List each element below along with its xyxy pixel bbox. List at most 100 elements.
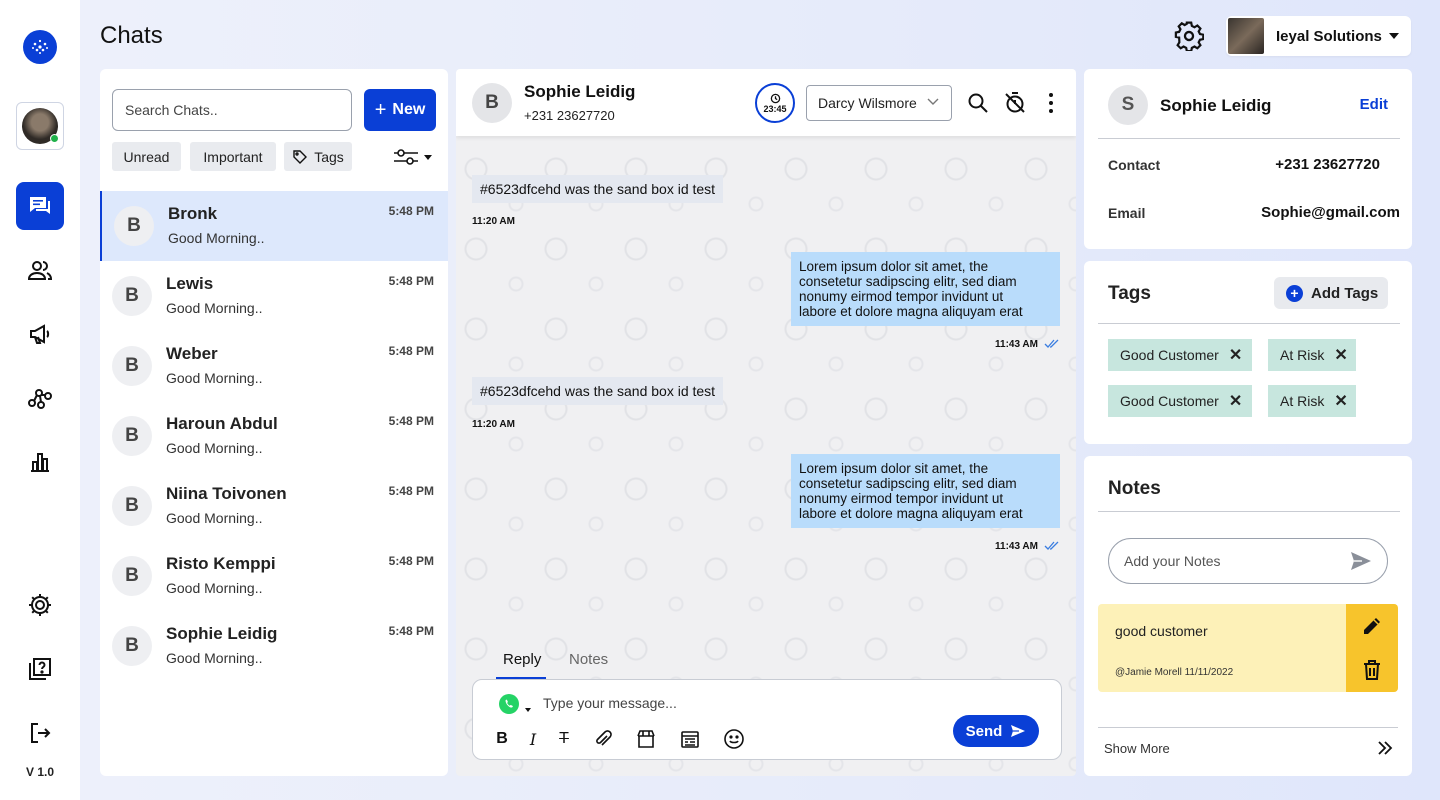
nav-broadcast-icon[interactable] xyxy=(16,310,64,358)
contact-name: Sophie Leidig xyxy=(1160,96,1272,115)
strikethrough-icon[interactable]: T xyxy=(553,728,575,750)
conversation-panel: B Sophie Leidig +231 23627720 23:45 Darc… xyxy=(456,69,1076,776)
contact-name: Weber xyxy=(166,344,218,363)
chat-list-item[interactable]: B Lewis Good Morning.. 5:48 PM xyxy=(100,261,448,331)
incoming-message: #6523dfcehd was the sand box id test xyxy=(472,377,724,405)
contact-avatar: B xyxy=(472,83,512,123)
search-chats-input[interactable] xyxy=(112,89,352,131)
caret-down-icon xyxy=(424,154,432,160)
whatsapp-channel-icon[interactable] xyxy=(499,694,519,714)
edit-pencil-icon[interactable] xyxy=(1360,614,1384,638)
contact-avatar: B xyxy=(112,346,152,386)
conversation-contact-phone: +231 23627720 xyxy=(524,108,615,123)
send-note-icon[interactable] xyxy=(1350,551,1372,571)
account-name: Ieyal Solutions xyxy=(1276,27,1382,45)
bold-icon[interactable]: B xyxy=(491,728,513,750)
contact-name: Lewis xyxy=(166,274,214,293)
page-title: Chats xyxy=(100,22,163,49)
edit-contact-link[interactable]: Edit xyxy=(1360,96,1388,113)
tag-chip: Good Customer ✕ xyxy=(1108,339,1252,371)
contact-avatar: B xyxy=(114,206,154,246)
send-label: Send xyxy=(965,722,1003,740)
delete-trash-icon[interactable] xyxy=(1360,658,1384,682)
send-icon xyxy=(1011,725,1026,737)
emoji-icon[interactable] xyxy=(723,728,745,750)
snooze-timer-off-icon[interactable] xyxy=(1003,91,1027,115)
message-line: Lorem ipsum dolor sit amet, the xyxy=(799,461,989,476)
italic-icon[interactable]: I xyxy=(522,728,544,750)
email-label: Email xyxy=(1108,205,1146,221)
message-input[interactable] xyxy=(543,692,963,714)
conversation-header: B Sophie Leidig +231 23627720 23:45 Darc… xyxy=(456,69,1076,136)
caret-down-icon xyxy=(1388,33,1399,39)
nav-settings-icon[interactable] xyxy=(16,581,64,629)
outgoing-message: Lorem ipsum dolor sit amet, the consetet… xyxy=(791,252,1060,326)
remove-tag-icon[interactable]: ✕ xyxy=(1229,345,1242,365)
filter-tags[interactable]: Tags xyxy=(284,142,352,171)
chat-list-item[interactable]: B Sophie Leidig Good Morning.. 5:48 PM xyxy=(100,611,448,681)
chat-list-item[interactable]: B Weber Good Morning.. 5:48 PM xyxy=(100,331,448,401)
sort-filter-button[interactable] xyxy=(393,147,437,167)
message-timestamp: 11:20 AM xyxy=(472,216,515,227)
new-chat-button[interactable]: + New xyxy=(364,89,436,131)
add-note-input[interactable] xyxy=(1108,538,1388,584)
show-more-link[interactable]: Show More xyxy=(1104,741,1170,756)
filter-important[interactable]: Important xyxy=(190,142,276,171)
chevrons-right-icon[interactable] xyxy=(1376,739,1394,757)
chat-list-item[interactable]: B Risto Kemppi Good Morning.. 5:48 PM xyxy=(100,541,448,611)
settings-gear-icon[interactable] xyxy=(1174,21,1205,53)
chat-list: B Bronk Good Morning.. 5:48 PM B Lewis G… xyxy=(100,191,448,681)
nav-help-icon[interactable] xyxy=(16,645,64,693)
tab-reply[interactable]: Reply xyxy=(496,651,546,679)
nav-logout-icon[interactable] xyxy=(16,709,64,757)
nav-chats-icon[interactable] xyxy=(16,182,64,230)
tag-chip: Good Customer ✕ xyxy=(1108,385,1252,417)
filter-tags-label: Tags xyxy=(314,148,344,165)
remove-tag-icon[interactable]: ✕ xyxy=(1334,345,1347,365)
notes-title: Notes xyxy=(1108,478,1161,499)
tag-chip: At Risk ✕ xyxy=(1268,339,1356,371)
nav-flows-icon[interactable] xyxy=(16,374,64,422)
tag-label: Good Customer xyxy=(1120,347,1219,363)
attachment-icon[interactable] xyxy=(592,728,614,750)
account-switcher[interactable]: Ieyal Solutions xyxy=(1226,16,1411,56)
template-icon[interactable] xyxy=(679,728,701,750)
tab-notes[interactable]: Notes xyxy=(569,651,608,679)
app-version: V 1.0 xyxy=(25,765,55,779)
contact-avatar: B xyxy=(112,416,152,456)
chat-list-item[interactable]: B Niina Toivonen Good Morning.. 5:48 PM xyxy=(100,471,448,541)
plus-icon: + xyxy=(374,98,387,121)
message-preview: Good Morning.. xyxy=(166,440,263,456)
tag-icon xyxy=(293,149,308,164)
tags-card: Tags + Add Tags Good Customer ✕ At Risk ✕ … xyxy=(1084,261,1412,444)
message-line: nonumy eirmod tempor invidunt ut xyxy=(799,289,1004,304)
message-composer: B I T Send xyxy=(472,679,1062,760)
send-button[interactable]: Send xyxy=(953,715,1039,747)
nav-contacts-icon[interactable] xyxy=(16,246,64,294)
search-icon[interactable] xyxy=(966,91,990,115)
contact-label: Contact xyxy=(1108,157,1161,173)
add-tags-button[interactable]: + Add Tags xyxy=(1274,277,1388,309)
message-time: 5:48 PM xyxy=(388,344,434,358)
remove-tag-icon[interactable]: ✕ xyxy=(1334,391,1347,411)
message-line: labore et dolore magna aliquyam erat xyxy=(799,304,1023,319)
nav-analytics-icon[interactable] xyxy=(16,438,64,486)
chat-list-item[interactable]: B Bronk Good Morning.. 5:48 PM xyxy=(100,191,448,261)
agent-select[interactable]: Darcy Wilsmore xyxy=(806,85,952,121)
message-line: labore et dolore magna aliquyam erat xyxy=(799,506,1023,521)
clock-icon xyxy=(770,93,780,103)
read-receipt-icon xyxy=(1044,541,1059,550)
filter-unread[interactable]: Unread xyxy=(112,142,181,171)
nav-rail: V 1.0 xyxy=(0,0,80,800)
message-preview: Good Morning.. xyxy=(168,230,265,246)
channel-caret-icon[interactable] xyxy=(525,708,531,712)
app-logo-icon[interactable] xyxy=(23,30,57,64)
remove-tag-icon[interactable]: ✕ xyxy=(1229,391,1242,411)
user-avatar-button[interactable] xyxy=(16,102,64,150)
more-vertical-icon[interactable] xyxy=(1039,91,1063,115)
chat-list-item[interactable]: B Haroun Abdul Good Morning.. 5:48 PM xyxy=(100,401,448,471)
message-preview: Good Morning.. xyxy=(166,650,263,666)
catalog-store-icon[interactable] xyxy=(635,728,657,750)
avatar xyxy=(22,108,59,144)
message-preview: Good Morning.. xyxy=(166,370,263,386)
